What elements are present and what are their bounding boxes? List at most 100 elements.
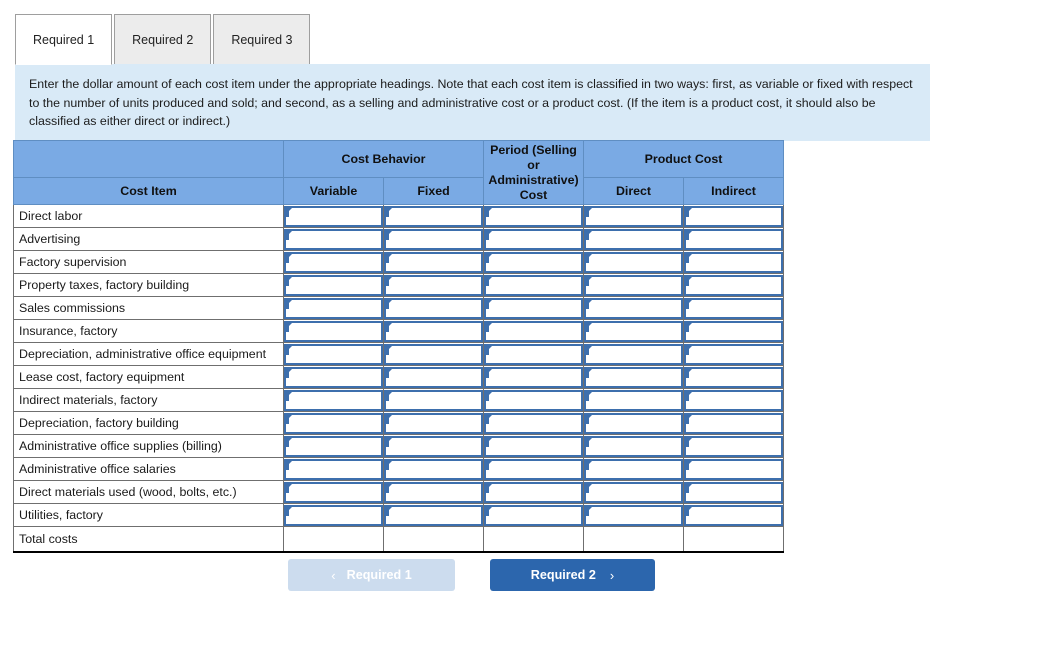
cell-direct[interactable] xyxy=(583,434,684,458)
tab-required-3[interactable]: Required 3 xyxy=(213,14,311,65)
cell-direct[interactable] xyxy=(583,480,684,504)
cell-variable[interactable] xyxy=(283,457,384,481)
next-required-button[interactable]: Required 2 › xyxy=(490,559,655,591)
amount-input-variable[interactable] xyxy=(284,228,383,250)
amount-input-indirect[interactable] xyxy=(684,504,784,526)
amount-input-direct[interactable] xyxy=(584,251,683,273)
tab-required-1[interactable]: Required 1 xyxy=(15,14,113,65)
cell-indirect[interactable] xyxy=(682,411,785,435)
cell-period[interactable] xyxy=(483,319,584,343)
amount-input-variable[interactable] xyxy=(284,366,383,388)
amount-input-variable[interactable] xyxy=(284,412,383,434)
amount-input-fixed[interactable] xyxy=(384,435,483,457)
cell-variable[interactable] xyxy=(283,204,384,228)
cell-variable[interactable] xyxy=(283,503,384,527)
cell-period[interactable] xyxy=(483,388,584,412)
amount-input-indirect[interactable] xyxy=(684,297,784,319)
cell-direct[interactable] xyxy=(583,319,684,343)
cell-direct[interactable] xyxy=(583,227,684,251)
cell-period[interactable] xyxy=(483,480,584,504)
cell-period[interactable] xyxy=(483,434,584,458)
amount-input-indirect[interactable] xyxy=(684,366,784,388)
cell-fixed[interactable] xyxy=(383,204,484,228)
cell-period[interactable] xyxy=(483,411,584,435)
cell-fixed[interactable] xyxy=(383,480,484,504)
amount-input-variable[interactable] xyxy=(284,251,383,273)
cell-indirect[interactable] xyxy=(682,480,785,504)
amount-input-period[interactable] xyxy=(484,389,583,411)
cell-variable[interactable] xyxy=(283,296,384,320)
amount-input-direct[interactable] xyxy=(584,297,683,319)
cell-period[interactable] xyxy=(483,250,584,274)
amount-input-indirect[interactable] xyxy=(684,251,784,273)
amount-input-fixed[interactable] xyxy=(384,320,483,342)
cell-fixed[interactable] xyxy=(383,388,484,412)
cell-direct[interactable] xyxy=(583,342,684,366)
amount-input-period[interactable] xyxy=(484,412,583,434)
cell-direct[interactable] xyxy=(583,411,684,435)
amount-input-variable[interactable] xyxy=(284,320,383,342)
amount-input-fixed[interactable] xyxy=(384,412,483,434)
amount-input-variable[interactable] xyxy=(284,274,383,296)
cell-fixed[interactable] xyxy=(383,250,484,274)
cell-indirect[interactable] xyxy=(682,250,785,274)
cell-indirect[interactable] xyxy=(682,319,785,343)
cell-variable[interactable] xyxy=(283,411,384,435)
amount-input-period[interactable] xyxy=(484,504,583,526)
amount-input-period[interactable] xyxy=(484,458,583,480)
amount-input-indirect[interactable] xyxy=(684,320,784,342)
amount-input-fixed[interactable] xyxy=(384,343,483,365)
amount-input-direct[interactable] xyxy=(584,412,683,434)
amount-input-indirect[interactable] xyxy=(684,412,784,434)
cell-period[interactable] xyxy=(483,457,584,481)
cell-indirect[interactable] xyxy=(682,273,785,297)
amount-input-variable[interactable] xyxy=(284,481,383,503)
cell-indirect[interactable] xyxy=(682,204,785,228)
amount-input-variable[interactable] xyxy=(284,504,383,526)
amount-input-direct[interactable] xyxy=(584,205,683,227)
amount-input-direct[interactable] xyxy=(584,228,683,250)
cell-fixed[interactable] xyxy=(383,365,484,389)
amount-input-variable[interactable] xyxy=(284,389,383,411)
amount-input-indirect[interactable] xyxy=(684,343,784,365)
tab-required-2[interactable]: Required 2 xyxy=(114,14,212,65)
cell-fixed[interactable] xyxy=(383,503,484,527)
amount-input-indirect[interactable] xyxy=(684,274,784,296)
cell-indirect[interactable] xyxy=(682,296,785,320)
amount-input-direct[interactable] xyxy=(584,481,683,503)
amount-input-indirect[interactable] xyxy=(684,205,784,227)
amount-input-fixed[interactable] xyxy=(384,389,483,411)
cell-fixed[interactable] xyxy=(383,273,484,297)
amount-input-period[interactable] xyxy=(484,481,583,503)
cell-fixed[interactable] xyxy=(383,319,484,343)
amount-input-fixed[interactable] xyxy=(384,251,483,273)
cell-direct[interactable] xyxy=(583,296,684,320)
cell-indirect[interactable] xyxy=(682,227,785,251)
amount-input-period[interactable] xyxy=(484,251,583,273)
cell-direct[interactable] xyxy=(583,204,684,228)
cell-direct[interactable] xyxy=(583,250,684,274)
cell-direct[interactable] xyxy=(583,365,684,389)
amount-input-indirect[interactable] xyxy=(684,228,784,250)
cell-direct[interactable] xyxy=(583,457,684,481)
amount-input-direct[interactable] xyxy=(584,343,683,365)
cell-indirect[interactable] xyxy=(682,457,785,481)
amount-input-fixed[interactable] xyxy=(384,481,483,503)
cell-variable[interactable] xyxy=(283,273,384,297)
amount-input-fixed[interactable] xyxy=(384,458,483,480)
amount-input-period[interactable] xyxy=(484,205,583,227)
cell-fixed[interactable] xyxy=(383,411,484,435)
amount-input-direct[interactable] xyxy=(584,274,683,296)
amount-input-period[interactable] xyxy=(484,297,583,319)
cell-period[interactable] xyxy=(483,296,584,320)
amount-input-indirect[interactable] xyxy=(684,458,784,480)
amount-input-variable[interactable] xyxy=(284,205,383,227)
cell-variable[interactable] xyxy=(283,480,384,504)
cell-variable[interactable] xyxy=(283,365,384,389)
amount-input-direct[interactable] xyxy=(584,458,683,480)
amount-input-direct[interactable] xyxy=(584,389,683,411)
cell-direct[interactable] xyxy=(583,388,684,412)
cell-variable[interactable] xyxy=(283,388,384,412)
cell-fixed[interactable] xyxy=(383,457,484,481)
amount-input-variable[interactable] xyxy=(284,343,383,365)
